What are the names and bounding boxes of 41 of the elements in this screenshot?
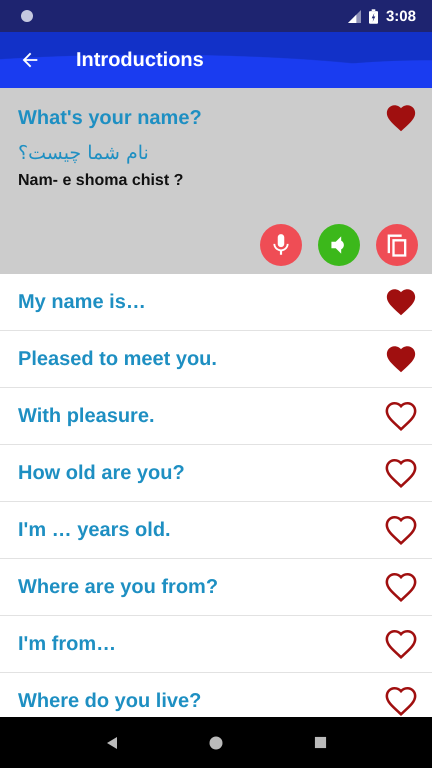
signal-icon bbox=[348, 10, 361, 22]
screen-title: Introductions bbox=[76, 48, 204, 72]
phrase-text: With pleasure. bbox=[18, 404, 155, 428]
heart-icon bbox=[384, 399, 418, 433]
battery-icon bbox=[368, 8, 378, 24]
phrase-text: What's your name? bbox=[18, 106, 202, 130]
heart-icon bbox=[384, 513, 418, 547]
phrase-row[interactable]: I'm from… bbox=[0, 616, 432, 673]
phrase-row[interactable]: Where are you from? bbox=[0, 559, 432, 616]
phrase-text: Where do you live? bbox=[18, 690, 202, 712]
heart-icon bbox=[384, 627, 418, 661]
phrase-row[interactable]: How old are you? bbox=[0, 445, 432, 502]
phrase-row[interactable]: Pleased to meet you. bbox=[0, 331, 432, 388]
phrase-text: Where are you from? bbox=[18, 576, 218, 598]
favorite-button[interactable] bbox=[384, 570, 418, 604]
heart-icon bbox=[384, 456, 418, 490]
phrase-row[interactable]: I'm … years old. bbox=[0, 502, 432, 559]
record-button[interactable] bbox=[260, 224, 302, 266]
back-icon[interactable] bbox=[105, 736, 120, 750]
phrase-text: I'm from… bbox=[18, 632, 116, 656]
phrase-row[interactable]: With pleasure. bbox=[0, 388, 432, 445]
home-icon[interactable] bbox=[209, 736, 224, 750]
recents-icon[interactable] bbox=[314, 736, 327, 749]
favorite-button[interactable] bbox=[384, 513, 418, 547]
phrase-text: Pleased to meet you. bbox=[18, 348, 217, 370]
phrase-row[interactable]: My name is… bbox=[0, 274, 432, 331]
copy-button[interactable] bbox=[376, 224, 418, 266]
play-audio-button[interactable] bbox=[318, 224, 360, 266]
favorite-button[interactable] bbox=[384, 399, 418, 433]
notification-icon bbox=[20, 9, 34, 23]
status-time: 3:08 bbox=[386, 8, 416, 24]
phrase-text: How old are you? bbox=[18, 462, 185, 484]
phrase-text: I'm … years old. bbox=[18, 518, 171, 542]
favorite-button[interactable] bbox=[384, 627, 418, 661]
translation-text: نام شما چیست؟ bbox=[18, 142, 149, 164]
heart-icon bbox=[384, 684, 418, 717]
heart-icon bbox=[384, 570, 418, 604]
transliteration-text: Nam- e shoma chist ? bbox=[18, 172, 184, 190]
phrase-text: My name is… bbox=[18, 290, 146, 314]
favorite-button[interactable] bbox=[384, 684, 418, 717]
favorite-button[interactable] bbox=[384, 456, 418, 490]
